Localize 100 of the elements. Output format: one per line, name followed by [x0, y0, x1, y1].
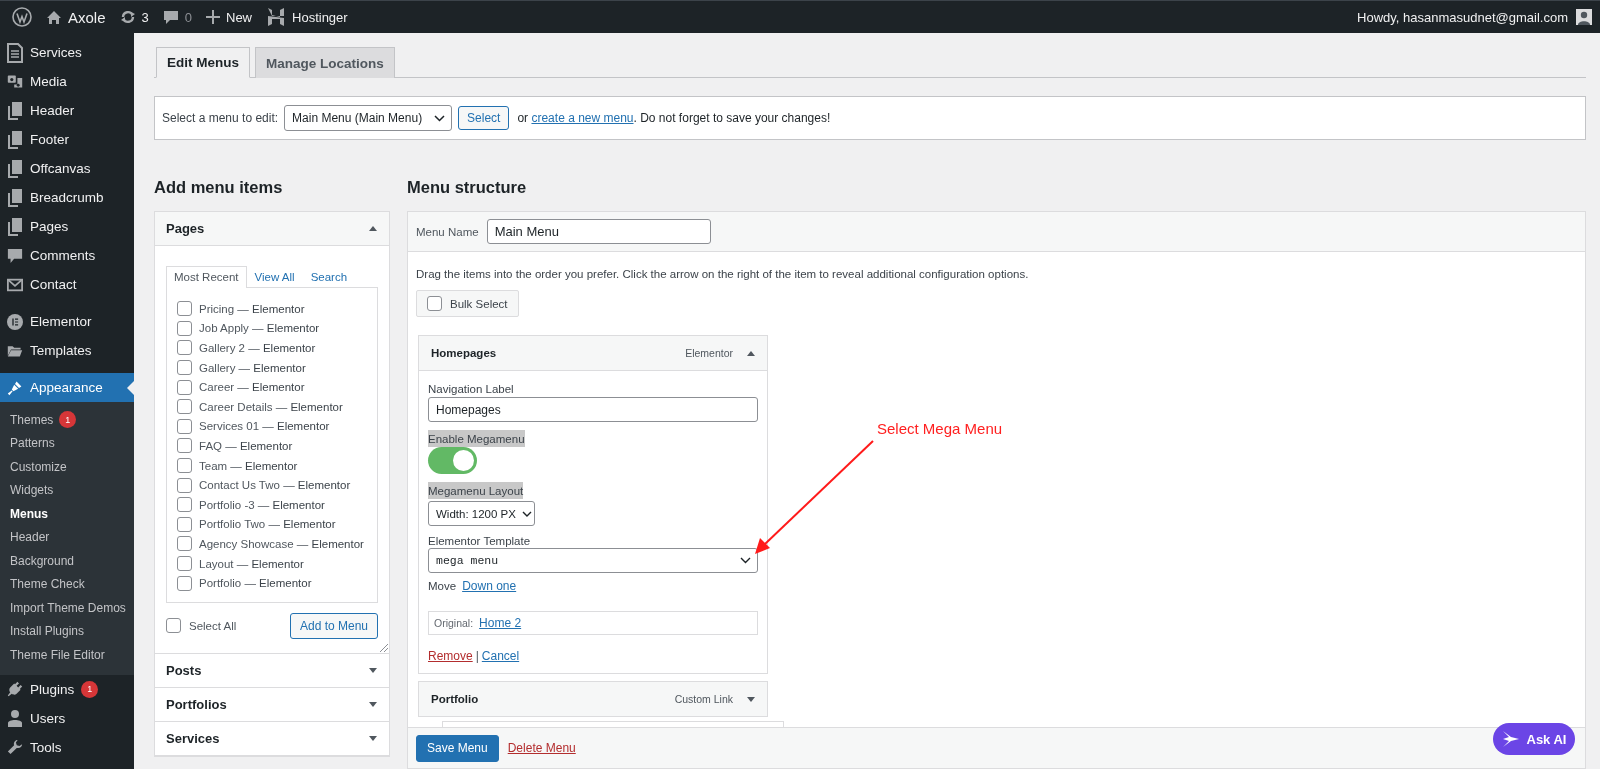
checkbox[interactable] — [177, 418, 192, 434]
navigation-label-field[interactable]: Homepages — [428, 397, 758, 422]
checkbox[interactable] — [427, 296, 442, 311]
plus-icon[interactable] — [206, 10, 220, 24]
pages-icon — [7, 216, 23, 237]
avatar-icon[interactable] — [1576, 9, 1592, 25]
sidebar-item[interactable]: Header — [0, 96, 134, 125]
sidebar-item[interactable]: Contact — [0, 270, 134, 299]
pages-icon — [7, 100, 23, 121]
submenu-item[interactable]: Theme Check — [0, 572, 134, 596]
template-dropdown[interactable]: mega menu — [428, 548, 758, 573]
original-link[interactable]: Home 2 — [479, 616, 522, 630]
megamenu-toggle[interactable] — [428, 447, 477, 474]
checkbox[interactable] — [177, 320, 192, 336]
checkbox[interactable] — [177, 516, 192, 532]
checkbox[interactable] — [177, 340, 192, 356]
document-icon — [7, 42, 23, 63]
sidebar-item[interactable]: Services — [0, 38, 134, 67]
nav-tab[interactable]: Manage Locations — [255, 47, 395, 78]
checkbox[interactable] — [177, 575, 192, 591]
field-caption: Navigation Label — [428, 383, 514, 395]
menu-item-bar[interactable]: Homepages Elementor — [419, 336, 767, 370]
save-menu-button[interactable]: Save Menu — [416, 734, 499, 762]
sidebar-item[interactable]: Templates — [0, 336, 134, 365]
sidebar-item[interactable]: Breadcrumb — [0, 183, 134, 212]
caret-icon[interactable] — [747, 350, 755, 356]
pages-icon — [7, 158, 23, 179]
accordion-header[interactable]: Pages — [155, 212, 389, 246]
field-caption: Megamenu Layout — [428, 482, 524, 499]
submenu-item[interactable]: Theme File Editor — [0, 643, 134, 667]
ask-ai-button[interactable]: Ask AI — [1493, 723, 1575, 755]
checkbox[interactable] — [177, 458, 192, 474]
submenu-item[interactable]: Import Theme Demos — [0, 596, 134, 620]
count-badge: 1 — [59, 411, 77, 429]
submenu-item[interactable]: Background — [0, 549, 134, 573]
sidebar-item[interactable]: Appearance — [0, 373, 134, 402]
comments-count[interactable]: 0 — [184, 9, 192, 25]
sidebar-item[interactable]: Media — [0, 67, 134, 96]
user-icon — [7, 709, 23, 727]
checkbox[interactable] — [166, 618, 181, 634]
nav-tab[interactable]: Edit Menus — [156, 47, 250, 78]
caret-icon[interactable] — [747, 696, 755, 702]
page-label: Layout — Elementor — [199, 557, 304, 570]
original-label: Original: — [434, 617, 474, 629]
submenu-item[interactable]: Menus — [0, 502, 134, 526]
checkbox[interactable] — [177, 536, 192, 552]
site-name-link[interactable]: Axole — [68, 8, 106, 26]
comment-icon[interactable] — [162, 9, 179, 25]
menu-name-field[interactable]: Main Menu — [486, 219, 711, 244]
layout-dropdown[interactable]: Width: 1200 PX — [428, 501, 535, 526]
sidebar-item[interactable]: Elementor — [0, 307, 134, 336]
cancel-link[interactable]: Cancel — [481, 649, 520, 663]
checkbox[interactable] — [177, 301, 192, 317]
page-label: Gallery 2 — Elementor — [199, 342, 316, 354]
submenu-item[interactable]: Widgets — [0, 478, 134, 502]
move-down-link[interactable]: Down one — [462, 579, 517, 593]
updates-count[interactable]: 3 — [141, 9, 149, 25]
sidebar-item[interactable]: Plugins 1 — [0, 674, 134, 704]
home-icon[interactable] — [46, 9, 62, 25]
submenu-item[interactable]: Patterns — [0, 431, 134, 455]
submenu-item[interactable]: Customize — [0, 455, 134, 479]
sidebar-item[interactable]: Offcanvas — [0, 154, 134, 183]
menu-item-bar[interactable]: Portfolio Custom Link — [419, 682, 767, 716]
pages-icon — [7, 187, 23, 208]
sidebar-item[interactable]: Footer — [0, 125, 134, 154]
panel-tab[interactable]: Most Recent — [166, 266, 247, 288]
remove-link[interactable]: Remove — [428, 649, 473, 663]
h-logo-icon[interactable] — [266, 7, 286, 27]
bulk-select-button[interactable]: Bulk Select — [416, 290, 519, 317]
sidebar-item[interactable]: Pages — [0, 212, 134, 241]
circle-logo-icon — [7, 312, 23, 331]
new-link[interactable]: New — [226, 9, 252, 25]
sidebar-item[interactable]: Tools — [0, 732, 134, 762]
page-label: Services 01 — Elementor — [199, 420, 330, 433]
move-label: Move — [428, 580, 457, 592]
sidebar-item[interactable]: Users — [0, 703, 134, 733]
panel-tab[interactable]: View All — [246, 266, 303, 287]
submenu-item[interactable]: Themes 1 — [0, 408, 134, 432]
refresh-icon[interactable] — [119, 9, 136, 25]
checkbox[interactable] — [177, 556, 192, 571]
page-label: Career — Elementor — [199, 381, 305, 394]
delete-menu-link[interactable]: Delete Menu — [507, 741, 576, 755]
submenu-item[interactable]: Header — [0, 525, 134, 549]
separator-text: | — [475, 649, 479, 663]
panel-tab[interactable]: Search — [302, 266, 356, 287]
hosting-link[interactable]: Hostinger — [292, 9, 348, 25]
checkbox[interactable] — [177, 438, 192, 454]
accordion-title: Pages — [166, 221, 205, 236]
submenu-item[interactable]: Install Plugins — [0, 619, 134, 643]
greeting-link[interactable]: Howdy, hasanmasudnet@gmail.com — [1357, 9, 1568, 25]
checkbox[interactable] — [177, 497, 192, 513]
checkbox[interactable] — [177, 379, 192, 395]
checkbox[interactable] — [177, 360, 192, 376]
select-button[interactable]: Select — [458, 106, 510, 130]
menu-dropdown[interactable]: Main Menu (Main Menu) — [284, 105, 453, 131]
sidebar-item[interactable]: Comments — [0, 241, 134, 270]
checkbox[interactable] — [177, 477, 192, 493]
checkbox[interactable] — [177, 399, 192, 415]
add-to-menu-button[interactable]: Add to Menu — [289, 612, 378, 639]
create-menu-link[interactable]: create a new menu — [531, 111, 634, 125]
